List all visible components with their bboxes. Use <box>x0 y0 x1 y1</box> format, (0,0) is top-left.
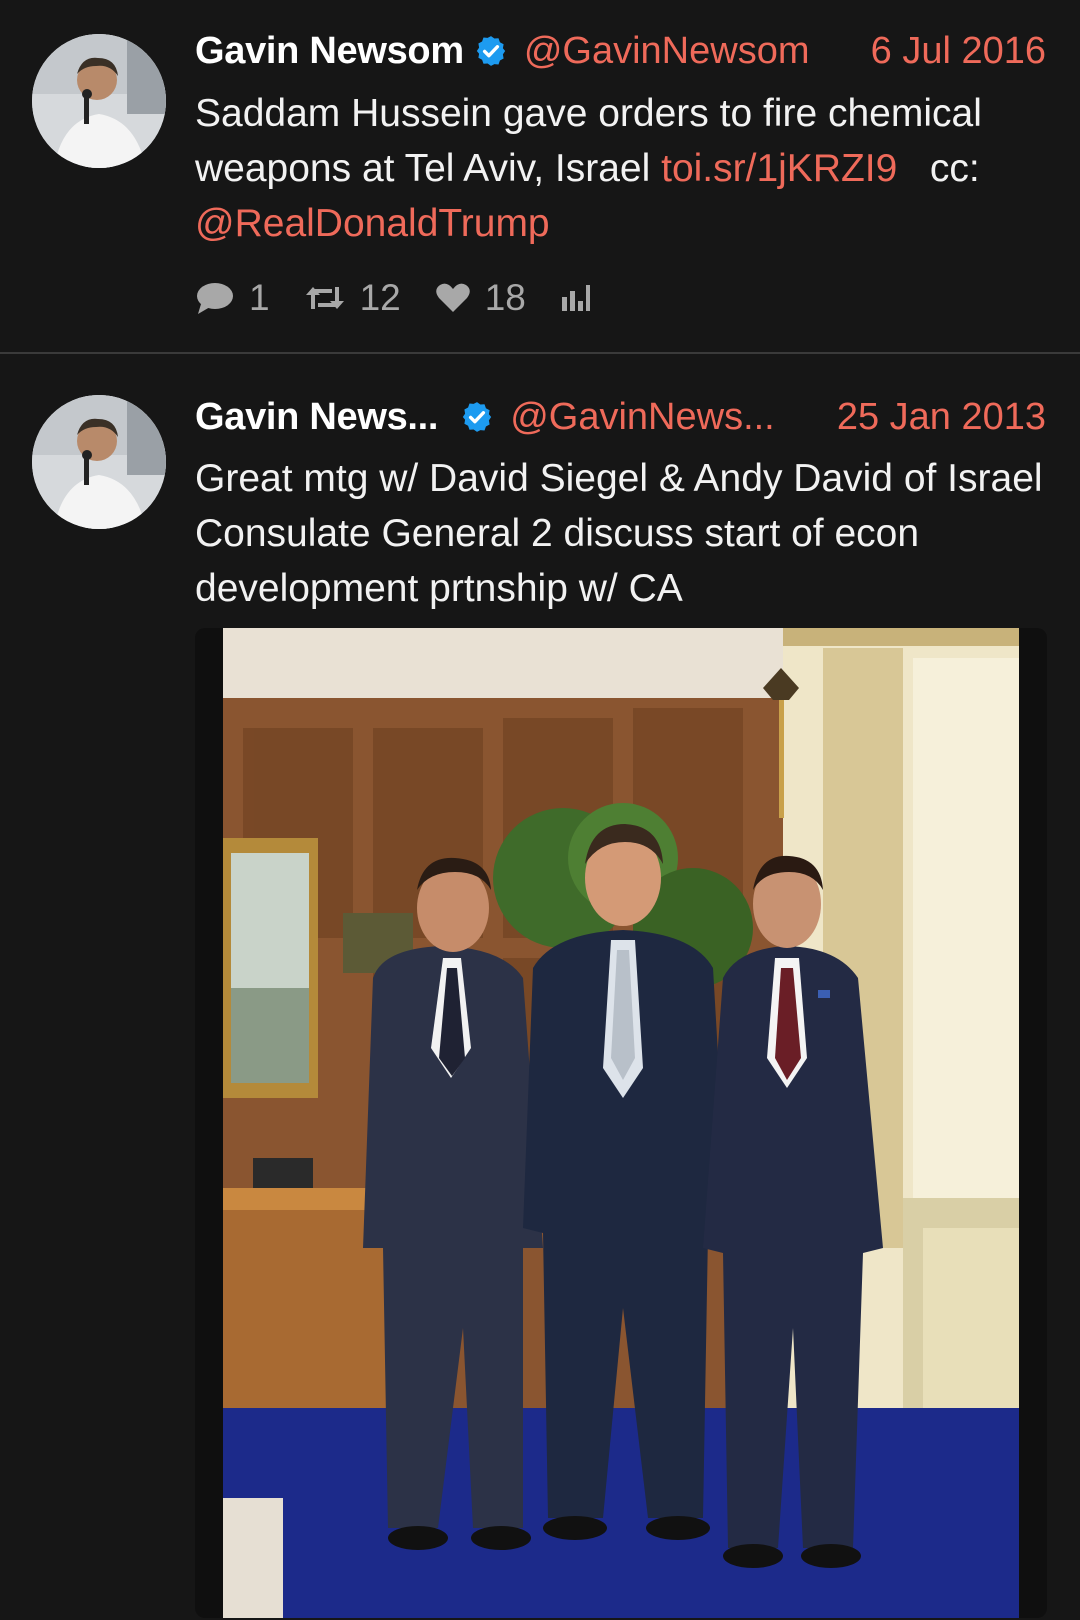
verified-badge-icon <box>460 400 494 434</box>
retweet-count: 12 <box>359 277 401 318</box>
tweet[interactable]: Gavin News... @GavinNews... 25 Jan 2013 … <box>0 354 1080 1620</box>
timeline: Gavin Newsom @GavinNewsom 6 Jul 2016 Sad… <box>0 0 1080 1620</box>
tweet-text-part: cc: <box>897 147 991 190</box>
reply-icon <box>197 283 233 314</box>
like-button[interactable]: 18 <box>435 277 526 319</box>
display-name[interactable]: Gavin Newsom <box>195 30 464 73</box>
author-handle[interactable]: @GavinNewsom <box>524 30 810 73</box>
display-name[interactable]: Gavin News... <box>195 396 439 439</box>
like-icon <box>435 283 470 312</box>
like-count: 18 <box>484 277 526 318</box>
analytics-icon <box>561 285 590 311</box>
avatar[interactable] <box>32 395 166 529</box>
retweet-button[interactable]: 12 <box>304 277 401 319</box>
tweet[interactable]: Gavin Newsom @GavinNewsom 6 Jul 2016 Sad… <box>0 0 1080 352</box>
reply-button[interactable]: 1 <box>195 277 270 319</box>
tweet-header: Gavin Newsom @GavinNewsom 6 Jul 2016 <box>195 25 1046 77</box>
reply-count: 1 <box>249 277 270 318</box>
tweet-date[interactable]: 25 Jan 2013 <box>837 396 1046 439</box>
tweet-media[interactable] <box>195 628 1047 1618</box>
tweet-header: Gavin News... @GavinNews... 25 Jan 2013 <box>195 391 1046 443</box>
tweet-actions: 1 12 18 <box>195 270 638 326</box>
retweet-icon <box>305 287 344 309</box>
tweet-text: Saddam Hussein gave orders to fire chemi… <box>195 86 1046 251</box>
tweet-link[interactable]: toi.sr/1jKRZI9 <box>661 147 897 190</box>
tweet-text: Great mtg w/ David Siegel & Andy David o… <box>195 457 1043 610</box>
tweet-date[interactable]: 6 Jul 2016 <box>871 30 1046 73</box>
author-handle[interactable]: @GavinNews... <box>510 396 775 439</box>
verified-badge-icon <box>474 34 508 68</box>
avatar[interactable] <box>32 34 166 168</box>
mention-link[interactable]: @RealDonaldTrump <box>195 202 550 245</box>
analytics-button[interactable] <box>560 283 604 313</box>
tweet-photo[interactable] <box>223 628 1019 1618</box>
